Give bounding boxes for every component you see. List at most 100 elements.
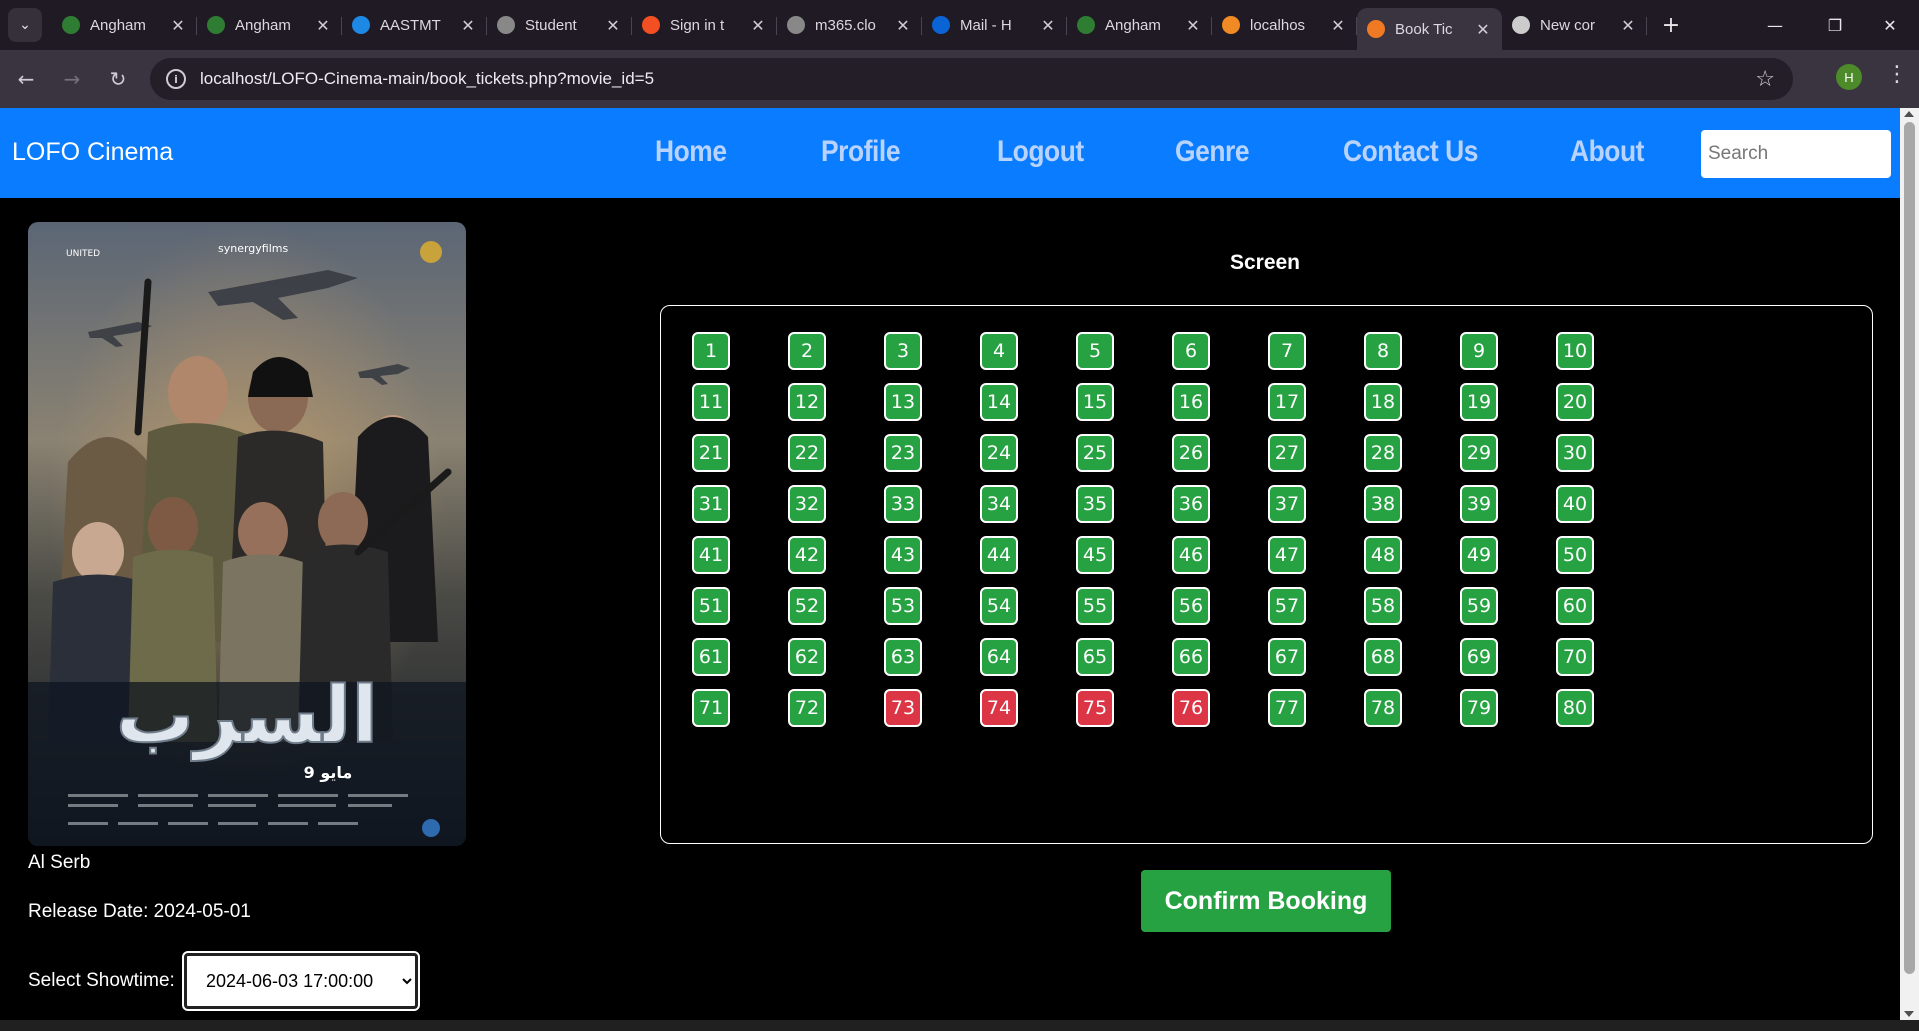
seat-available[interactable]: 26: [1172, 434, 1210, 472]
tab-close-icon[interactable]: ✕: [1619, 16, 1637, 35]
nav-logout[interactable]: Logout: [997, 135, 1084, 169]
browser-tab[interactable]: AASTMT ✕: [342, 7, 487, 43]
tab-close-icon[interactable]: ✕: [1329, 16, 1347, 35]
tab-close-icon[interactable]: ✕: [314, 16, 332, 35]
site-brand[interactable]: LOFO Cinema: [12, 138, 173, 167]
seat-available[interactable]: 79: [1460, 689, 1498, 727]
seat-available[interactable]: 44: [980, 536, 1018, 574]
nav-home[interactable]: Home: [655, 135, 727, 169]
seat-available[interactable]: 13: [884, 383, 922, 421]
bookmark-star-icon[interactable]: ☆: [1755, 67, 1775, 92]
seat-available[interactable]: 45: [1076, 536, 1114, 574]
close-window-button[interactable]: ✕: [1860, 0, 1919, 50]
omnibox[interactable]: i localhost/LOFO-Cinema-main/book_ticket…: [150, 58, 1793, 100]
seat-available[interactable]: 71: [692, 689, 730, 727]
seat-available[interactable]: 14: [980, 383, 1018, 421]
seat-available[interactable]: 60: [1556, 587, 1594, 625]
seat-available[interactable]: 43: [884, 536, 922, 574]
browser-tab[interactable]: Sign in t ✕: [632, 7, 777, 43]
seat-available[interactable]: 3: [884, 332, 922, 370]
tab-list-button[interactable]: ⌄: [8, 8, 42, 42]
seat-available[interactable]: 62: [788, 638, 826, 676]
seat-available[interactable]: 15: [1076, 383, 1114, 421]
seat-available[interactable]: 25: [1076, 434, 1114, 472]
seat-available[interactable]: 66: [1172, 638, 1210, 676]
seat-available[interactable]: 19: [1460, 383, 1498, 421]
tab-close-icon[interactable]: ✕: [1474, 20, 1492, 39]
seat-available[interactable]: 38: [1364, 485, 1402, 523]
seat-available[interactable]: 64: [980, 638, 1018, 676]
browser-tab[interactable]: m365.clo ✕: [777, 7, 922, 43]
seat-available[interactable]: 30: [1556, 434, 1594, 472]
site-info-icon[interactable]: i: [166, 69, 186, 89]
seat-available[interactable]: 78: [1364, 689, 1402, 727]
reload-button[interactable]: ↻: [98, 59, 138, 99]
seat-available[interactable]: 41: [692, 536, 730, 574]
browser-tab[interactable]: Mail - H ✕: [922, 7, 1067, 43]
seat-available[interactable]: 18: [1364, 383, 1402, 421]
seat-available[interactable]: 33: [884, 485, 922, 523]
seat-available[interactable]: 8: [1364, 332, 1402, 370]
seat-available[interactable]: 52: [788, 587, 826, 625]
seat-available[interactable]: 24: [980, 434, 1018, 472]
seat-available[interactable]: 31: [692, 485, 730, 523]
seat-available[interactable]: 63: [884, 638, 922, 676]
seat-available[interactable]: 20: [1556, 383, 1594, 421]
back-button[interactable]: ←: [6, 59, 46, 99]
restore-button[interactable]: ❐: [1805, 0, 1865, 50]
browser-tab[interactable]: Angham ✕: [197, 7, 342, 43]
tab-close-icon[interactable]: ✕: [459, 16, 477, 35]
seat-available[interactable]: 5: [1076, 332, 1114, 370]
seat-available[interactable]: 59: [1460, 587, 1498, 625]
seat-available[interactable]: 58: [1364, 587, 1402, 625]
scroll-thumb[interactable]: [1904, 122, 1915, 974]
seat-available[interactable]: 17: [1268, 383, 1306, 421]
seat-available[interactable]: 35: [1076, 485, 1114, 523]
seat-available[interactable]: 29: [1460, 434, 1498, 472]
seat-available[interactable]: 50: [1556, 536, 1594, 574]
tab-close-icon[interactable]: ✕: [169, 16, 187, 35]
seat-available[interactable]: 77: [1268, 689, 1306, 727]
tab-close-icon[interactable]: ✕: [749, 16, 767, 35]
seat-available[interactable]: 39: [1460, 485, 1498, 523]
seat-available[interactable]: 80: [1556, 689, 1594, 727]
seat-available[interactable]: 23: [884, 434, 922, 472]
seat-available[interactable]: 12: [788, 383, 826, 421]
seat-booked[interactable]: 75: [1076, 689, 1114, 727]
seat-available[interactable]: 42: [788, 536, 826, 574]
browser-tab[interactable]: New cor ✕: [1502, 7, 1647, 43]
browser-tab[interactable]: Book Tic ✕: [1357, 8, 1502, 50]
seat-available[interactable]: 61: [692, 638, 730, 676]
browser-menu-icon[interactable]: ⋮: [1886, 62, 1908, 87]
new-tab-button[interactable]: +: [1655, 13, 1687, 38]
seat-available[interactable]: 22: [788, 434, 826, 472]
seat-available[interactable]: 7: [1268, 332, 1306, 370]
browser-tab[interactable]: Angham ✕: [1067, 7, 1212, 43]
search-input[interactable]: [1701, 130, 1891, 178]
seat-available[interactable]: 47: [1268, 536, 1306, 574]
seat-available[interactable]: 53: [884, 587, 922, 625]
seat-available[interactable]: 36: [1172, 485, 1210, 523]
seat-available[interactable]: 72: [788, 689, 826, 727]
browser-tab[interactable]: Student ✕: [487, 7, 632, 43]
minimize-button[interactable]: —: [1745, 0, 1805, 50]
scroll-up-icon[interactable]: [1904, 111, 1914, 117]
tab-close-icon[interactable]: ✕: [1184, 16, 1202, 35]
seat-available[interactable]: 16: [1172, 383, 1210, 421]
seat-available[interactable]: 69: [1460, 638, 1498, 676]
seat-available[interactable]: 9: [1460, 332, 1498, 370]
seat-available[interactable]: 56: [1172, 587, 1210, 625]
seat-available[interactable]: 48: [1364, 536, 1402, 574]
seat-booked[interactable]: 76: [1172, 689, 1210, 727]
tab-close-icon[interactable]: ✕: [1039, 16, 1057, 35]
seat-available[interactable]: 55: [1076, 587, 1114, 625]
seat-available[interactable]: 65: [1076, 638, 1114, 676]
browser-tab[interactable]: Angham ✕: [52, 7, 197, 43]
seat-available[interactable]: 49: [1460, 536, 1498, 574]
showtime-select[interactable]: 2024-06-03 17:00:00: [182, 951, 420, 1011]
seat-booked[interactable]: 73: [884, 689, 922, 727]
profile-avatar[interactable]: H: [1836, 64, 1862, 90]
seat-available[interactable]: 54: [980, 587, 1018, 625]
seat-available[interactable]: 2: [788, 332, 826, 370]
seat-available[interactable]: 37: [1268, 485, 1306, 523]
